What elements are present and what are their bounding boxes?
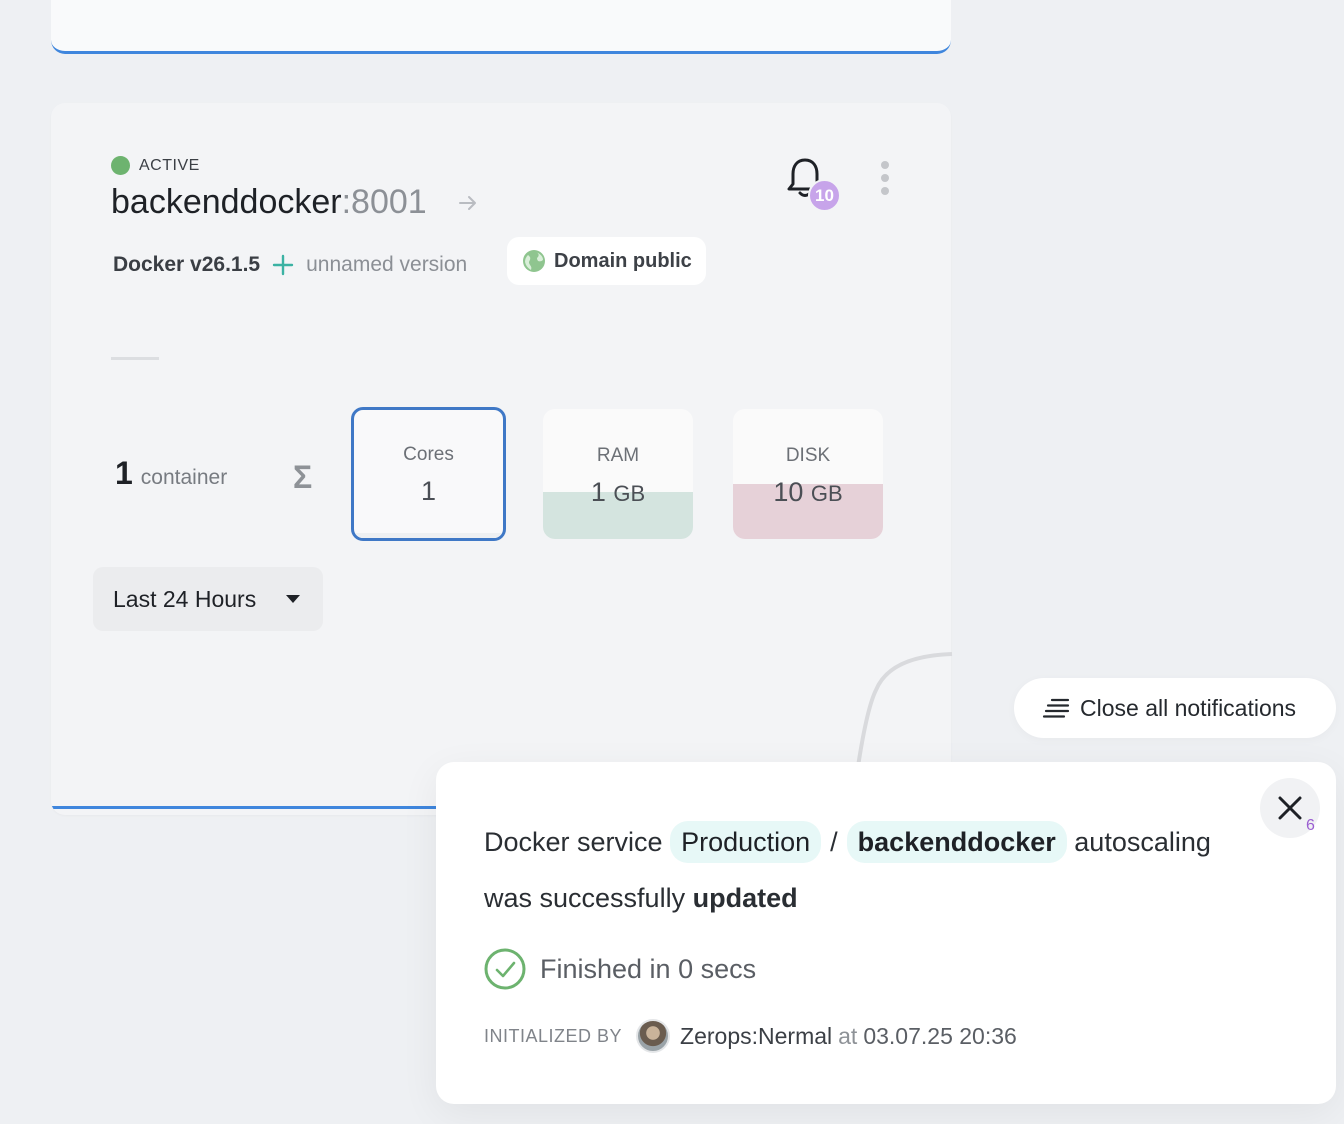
initialized-by-row: INITIALIZED BY Zerops:Nermal at 03.07.25…: [484, 1019, 1017, 1053]
service-port: :8001: [341, 183, 427, 221]
ram-resource-box[interactable]: RAM 1 GB: [543, 409, 693, 539]
finished-row: Finished in 0 secs: [484, 948, 756, 990]
domain-public-chip[interactable]: Domain public: [507, 237, 706, 285]
time-range-value: Last 24 Hours: [113, 585, 257, 612]
finished-text: Finished in 0 secs: [540, 953, 757, 984]
version-row: Docker v26.1.5 unnamed version: [113, 253, 467, 277]
initiated-timestamp: 03.07.25 20:36: [863, 1022, 1017, 1049]
disk-unit: GB: [810, 481, 843, 506]
notification-stack-count: 6: [1306, 817, 1315, 834]
stage: ACTIVE backenddocker :8001 10 Docker v26…: [0, 0, 1344, 1124]
time-range-select[interactable]: Last 24 Hours: [93, 567, 323, 631]
disk-value-wrap: 10 GB: [773, 477, 842, 508]
service-tag[interactable]: backenddocker: [846, 821, 1067, 863]
at-word: at: [838, 1022, 858, 1049]
decorative-curve: [854, 652, 953, 780]
lines-icon: [1042, 698, 1070, 718]
avatar: [636, 1019, 671, 1053]
domain-chip-label: Domain public: [554, 249, 692, 272]
ram-label: RAM: [596, 445, 640, 466]
ram-value-wrap: 1 GB: [591, 477, 645, 508]
arrow-right-icon[interactable]: [457, 192, 479, 214]
plus-icon: [272, 254, 294, 276]
container-count-label: container: [140, 466, 228, 489]
service-card: ACTIVE backenddocker :8001 10 Docker v26…: [51, 103, 951, 815]
caret-down-icon: [286, 595, 300, 603]
status-dot-icon: [111, 156, 130, 175]
notification-card: 6 Docker service Production / backenddocke…: [436, 762, 1336, 1104]
disk-value: 10: [773, 477, 804, 507]
ram-unit: GB: [613, 481, 646, 506]
docker-version: Docker v26.1.5: [113, 253, 261, 276]
notification-message: Docker service Production / backenddocker …: [484, 814, 1244, 926]
initialized-by-label: INITIALIZED BY: [484, 1025, 623, 1046]
globe-icon: [523, 250, 545, 272]
cores-value: 1: [420, 476, 437, 506]
close-all-label: Close all notifications: [1080, 694, 1297, 721]
cores-label: Cores: [403, 444, 454, 465]
service-title[interactable]: backenddocker :8001: [111, 183, 479, 222]
divider: [111, 357, 159, 360]
container-count-value: 1: [115, 455, 133, 491]
disk-resource-box[interactable]: DISK 10 GB: [733, 409, 883, 539]
container-count: 1 container: [115, 455, 227, 492]
message-status: updated: [692, 883, 798, 913]
previous-service-card: [51, 0, 951, 54]
sigma-icon[interactable]: Σ: [293, 459, 312, 496]
tag-separator: /: [830, 827, 838, 857]
ram-value: 1: [590, 477, 606, 507]
disk-label: DISK: [785, 445, 831, 466]
check-circle-icon: [484, 948, 526, 990]
message-prefix: Docker service: [484, 827, 663, 857]
version-name: unnamed version: [306, 253, 468, 276]
status-row: ACTIVE: [111, 156, 200, 175]
close-all-notifications-button[interactable]: Close all notifications: [1014, 678, 1336, 738]
project-tag[interactable]: Production: [670, 821, 822, 863]
close-icon: [1278, 796, 1302, 820]
initiator-name: Zerops:Nermal: [680, 1022, 833, 1049]
status-text: ACTIVE: [139, 156, 200, 174]
kebab-menu-icon[interactable]: [877, 160, 893, 196]
service-name[interactable]: backenddocker: [111, 183, 342, 222]
notification-count-badge[interactable]: 10: [808, 179, 841, 212]
message-middle: autoscaling: [1074, 827, 1211, 857]
message-line2: was successfully: [484, 883, 686, 913]
cores-resource-box[interactable]: Cores 1: [351, 407, 506, 541]
